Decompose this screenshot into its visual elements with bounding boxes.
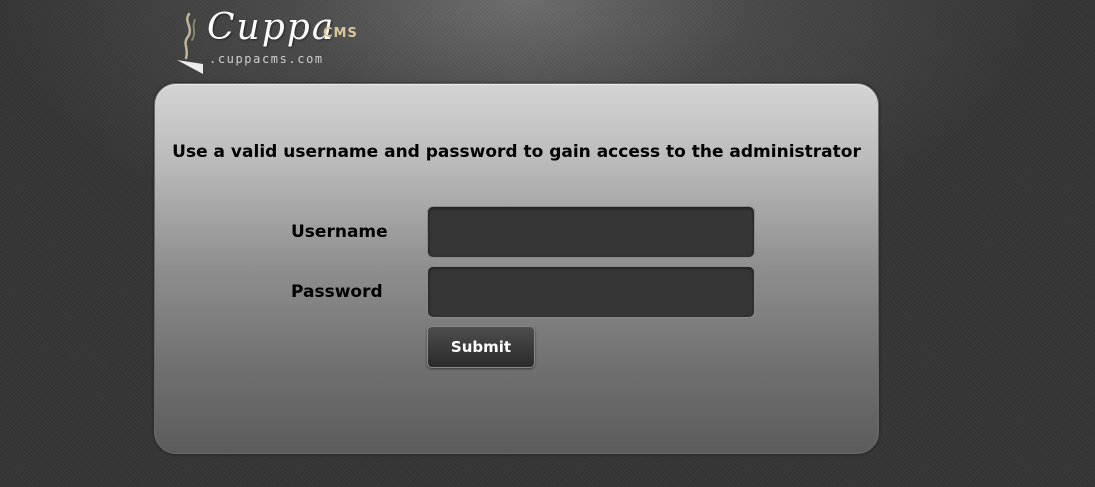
- submit-button[interactable]: Submit: [427, 326, 535, 368]
- login-page: { "logo": { "word": "Cuppa", "suffix": "…: [0, 0, 1095, 487]
- logo-cms-suffix: CMS: [323, 26, 358, 41]
- username-input[interactable]: [427, 206, 755, 258]
- logo-wordmark: Cuppa: [207, 7, 336, 48]
- coffee-steam-icon: [177, 12, 203, 74]
- username-label: Username: [291, 222, 388, 242]
- login-panel: Use a valid username and password to gai…: [154, 83, 879, 454]
- password-label: Password: [291, 282, 383, 302]
- cuppa-cms-logo: Cuppa CMS .cuppacms.com: [175, 6, 375, 74]
- login-instructions: Use a valid username and password to gai…: [172, 142, 861, 162]
- password-input[interactable]: [427, 266, 755, 318]
- logo-url: .cuppacms.com: [209, 52, 324, 66]
